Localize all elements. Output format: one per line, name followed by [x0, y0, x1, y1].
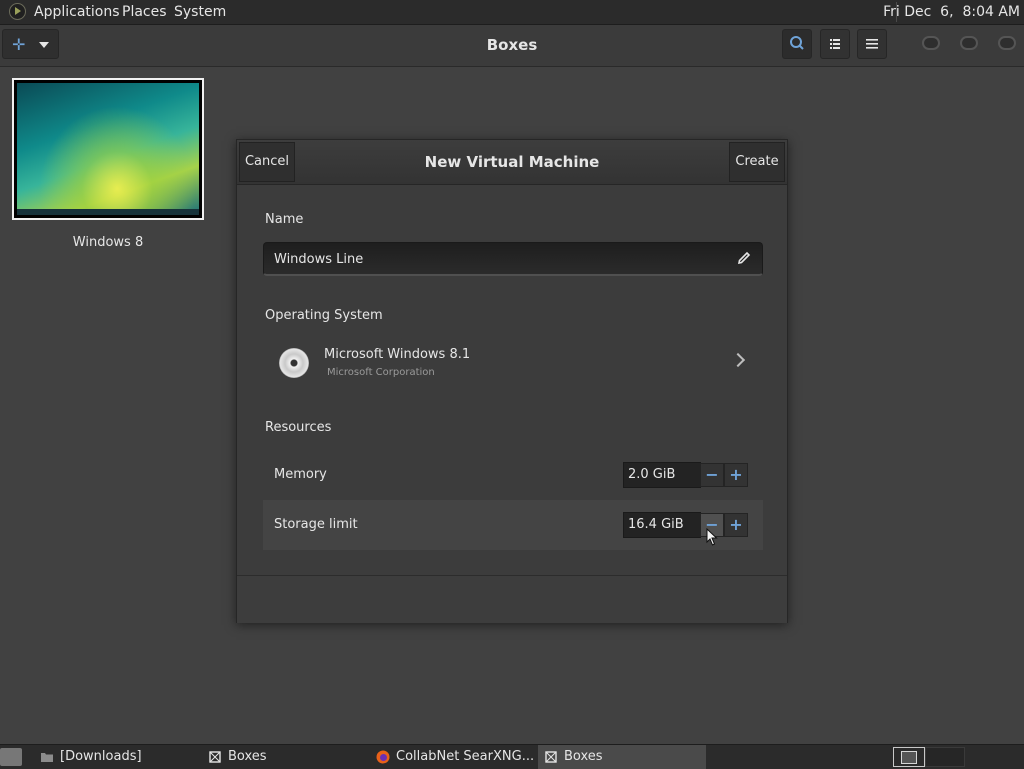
- name-field[interactable]: Windows Line: [263, 242, 763, 276]
- resources-section-label: Resources: [265, 420, 332, 435]
- main-menu-button[interactable]: [857, 29, 887, 59]
- top-panel: Applications Places System Fri Dec 6, 8:…: [0, 0, 1024, 25]
- os-section-label: Operating System: [265, 308, 383, 323]
- select-list-button[interactable]: [820, 29, 850, 59]
- name-section-label: Name: [265, 212, 304, 227]
- storage-label: Storage limit: [274, 517, 358, 532]
- task-label: [Downloads]: [60, 749, 142, 764]
- minimize-window-button[interactable]: [922, 36, 940, 50]
- os-vendor: Microsoft Corporation: [327, 367, 435, 378]
- memory-row: Memory 2.0 GiB − +: [263, 450, 763, 500]
- dialog-title: New Virtual Machine: [424, 153, 600, 171]
- vm-screen-preview: [17, 83, 199, 215]
- create-button[interactable]: Create: [729, 142, 785, 182]
- task-browser[interactable]: CollabNet SearXNG...: [370, 745, 538, 769]
- folder-icon: [41, 753, 53, 762]
- boxes-app-icon: [209, 751, 221, 763]
- close-window-button[interactable]: [998, 36, 1016, 50]
- workspace-1[interactable]: [893, 747, 925, 767]
- memory-label: Memory: [274, 467, 327, 482]
- bottom-taskbar: [Downloads] Boxes CollabNet SearXNG... B…: [0, 744, 1024, 769]
- menu-icon: [866, 39, 878, 49]
- memory-increase-button[interactable]: +: [724, 463, 748, 487]
- mouse-cursor-icon: [706, 528, 718, 546]
- menu-places[interactable]: Places: [122, 4, 167, 20]
- storage-value-field[interactable]: 16.4 GiB: [623, 512, 701, 538]
- headerbar: ✛ Boxes: [0, 25, 1024, 67]
- pencil-icon[interactable]: [736, 250, 752, 266]
- cd-disc-icon: [279, 348, 309, 378]
- workspace-2[interactable]: [925, 747, 965, 767]
- memory-decrease-button[interactable]: −: [700, 463, 724, 487]
- list-view-icon: [830, 39, 840, 49]
- task-downloads[interactable]: [Downloads]: [34, 745, 202, 769]
- task-label: Boxes: [564, 749, 603, 764]
- os-selector-row[interactable]: Microsoft Windows 8.1 Microsoft Corporat…: [263, 336, 763, 392]
- task-boxes-1[interactable]: Boxes: [202, 745, 370, 769]
- dialog-body: Name Windows Line Operating System Micro…: [237, 185, 787, 575]
- box-thumbnail-windows8[interactable]: [12, 78, 204, 220]
- dialog-footer: [237, 575, 787, 623]
- maximize-window-button[interactable]: [960, 36, 978, 50]
- vm-preview-taskbar: [17, 209, 199, 215]
- search-button[interactable]: [782, 29, 812, 59]
- clock[interactable]: Fri Dec 6, 8:04 AM: [883, 4, 1020, 20]
- menu-applications[interactable]: Applications: [34, 4, 120, 20]
- new-vm-dialog: Cancel New Virtual Machine Create Name W…: [236, 139, 788, 623]
- search-icon: [790, 36, 804, 50]
- memory-value-field[interactable]: 2.0 GiB: [623, 462, 701, 488]
- name-field-value: Windows Line: [274, 252, 364, 267]
- dialog-header: Cancel New Virtual Machine Create: [237, 140, 787, 185]
- task-label: CollabNet SearXNG...: [396, 749, 535, 764]
- firefox-icon: [376, 750, 390, 764]
- task-label: Boxes: [228, 749, 267, 764]
- distro-logo-icon[interactable]: [9, 3, 26, 20]
- storage-row: Storage limit 16.4 GiB − +: [263, 500, 763, 550]
- show-desktop-button[interactable]: [0, 748, 22, 766]
- task-boxes-2[interactable]: Boxes: [538, 745, 706, 769]
- box-label[interactable]: Windows 8: [12, 235, 204, 250]
- chevron-right-icon: [730, 352, 746, 368]
- os-name: Microsoft Windows 8.1: [324, 347, 471, 362]
- storage-increase-button[interactable]: +: [724, 513, 748, 537]
- boxes-app-icon: [545, 751, 557, 763]
- menu-system[interactable]: System: [174, 4, 226, 20]
